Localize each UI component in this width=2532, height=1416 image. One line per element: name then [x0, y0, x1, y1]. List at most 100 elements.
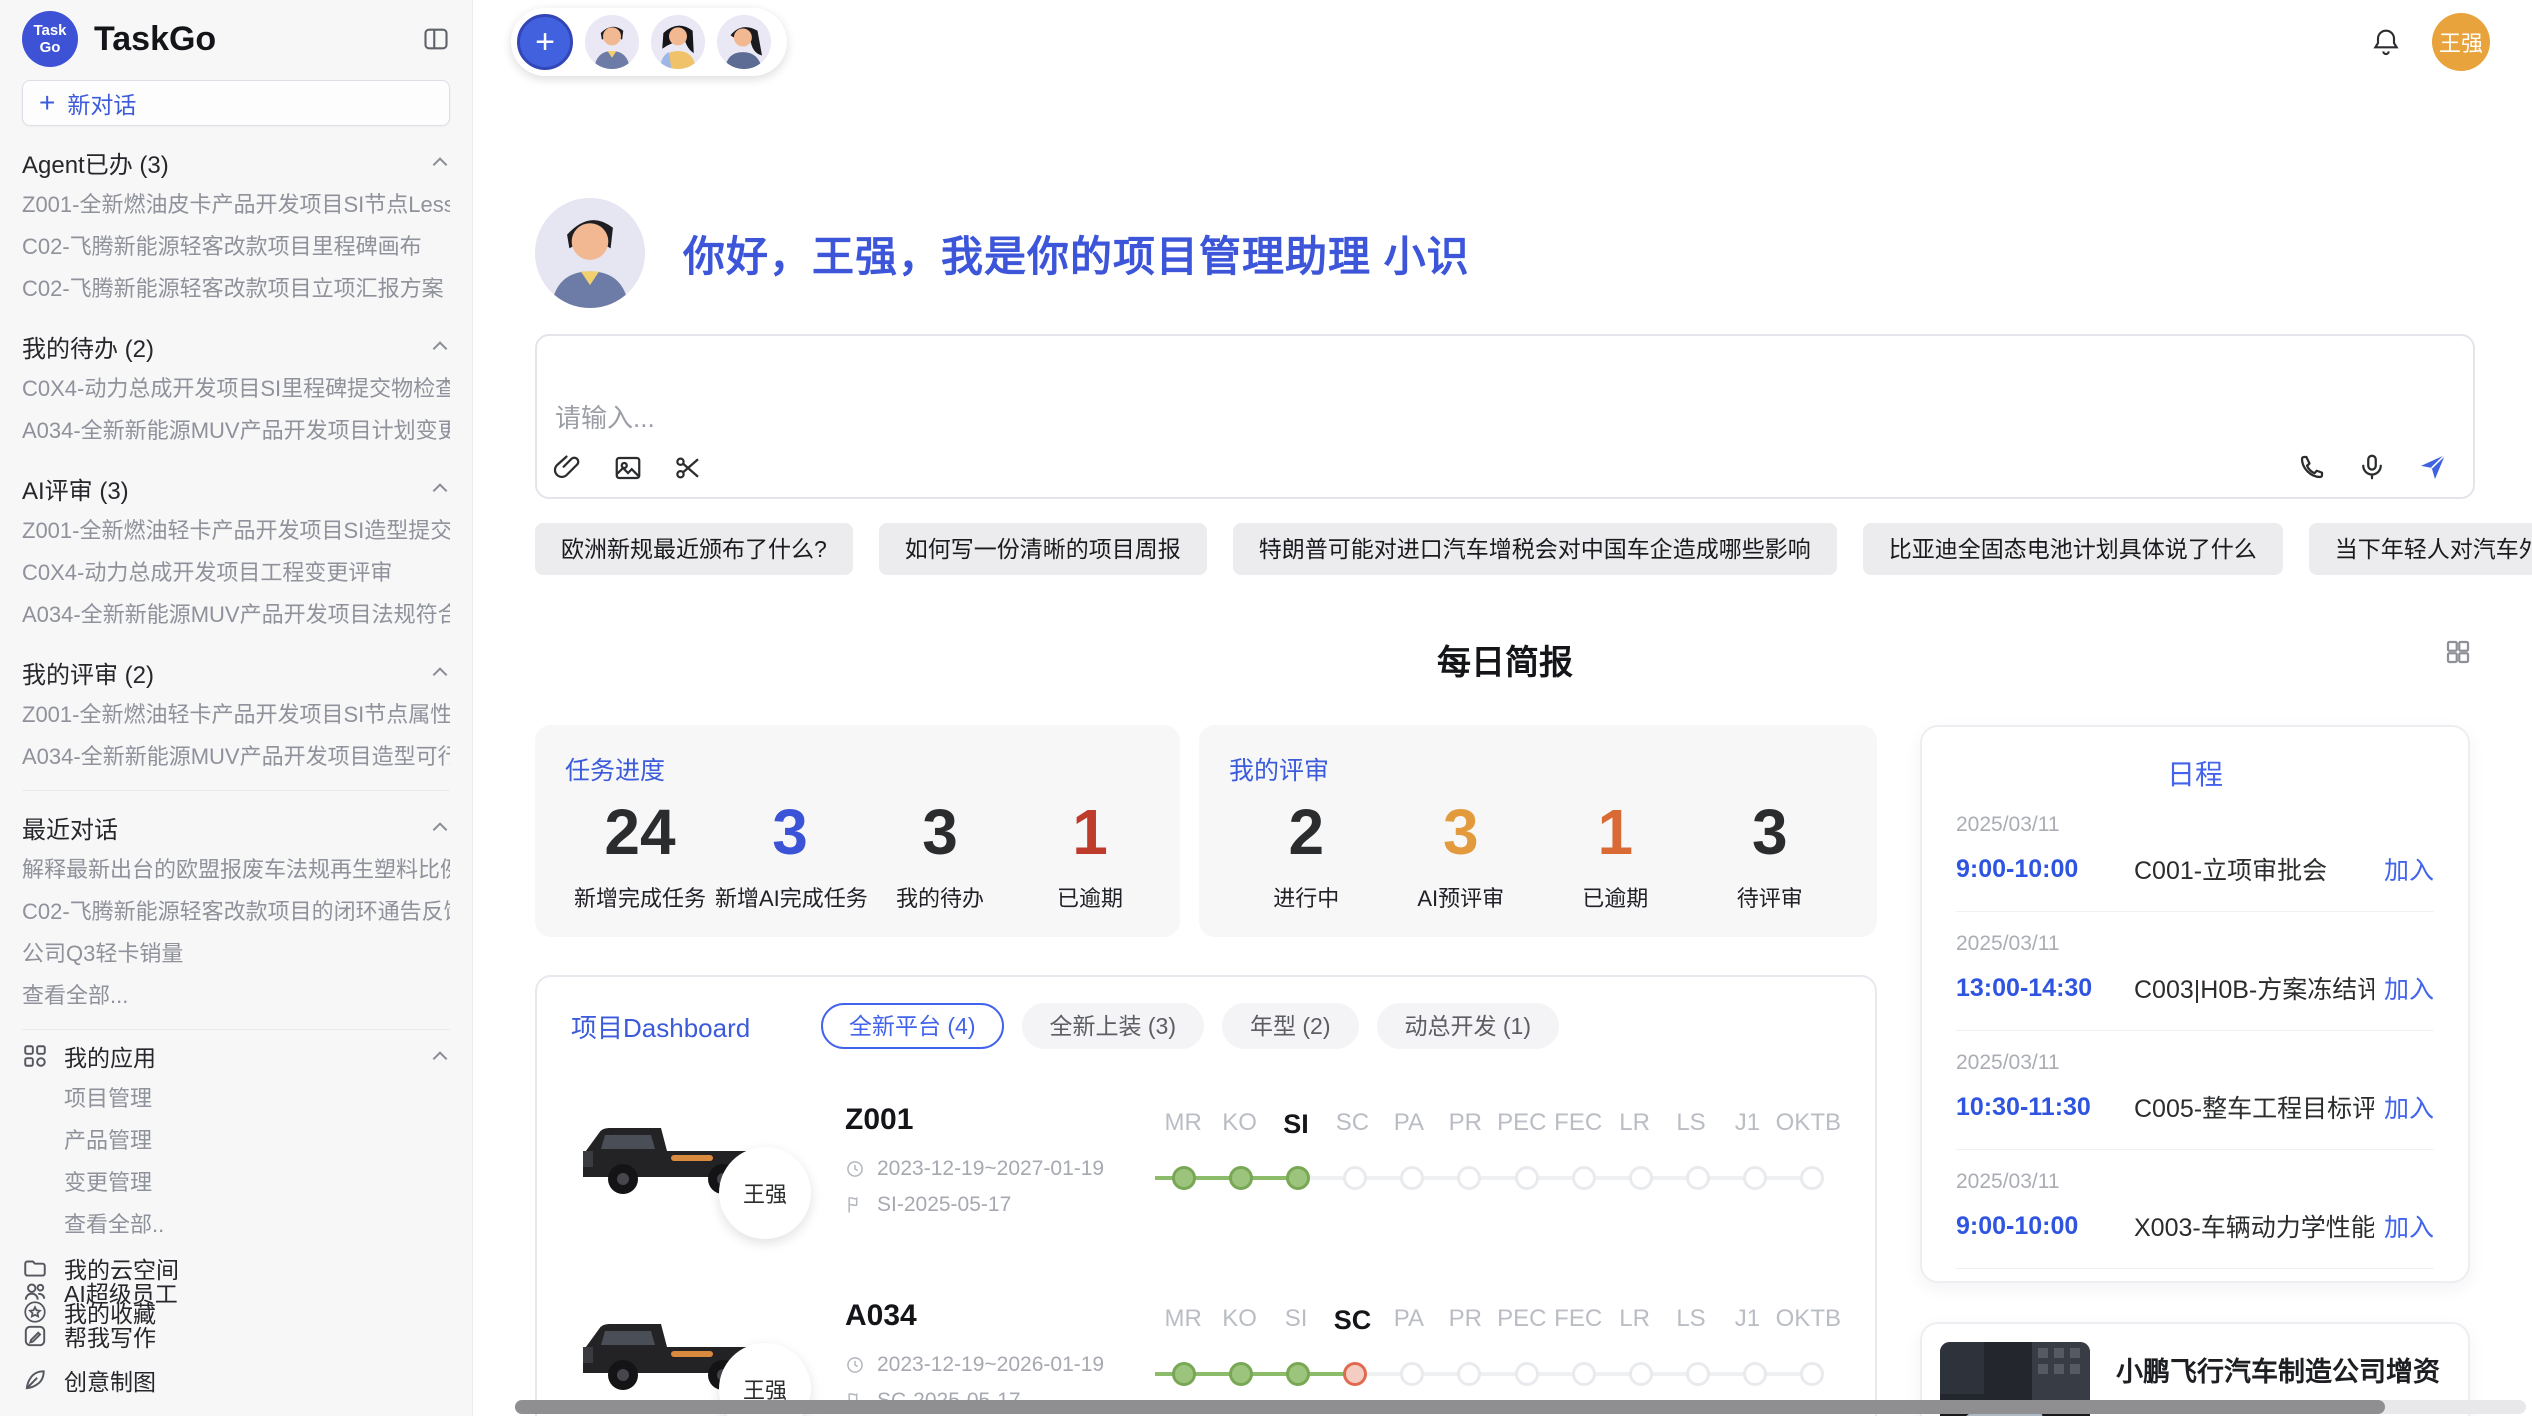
new-chat-button[interactable]: + 新对话	[22, 80, 450, 126]
suggestion-chip[interactable]: 如何写一份清晰的项目周报	[879, 523, 1207, 575]
suggestion-chip[interactable]: 比亚迪全固态电池计划具体说了什么	[1863, 523, 2283, 575]
join-link[interactable]: 加入	[2384, 970, 2434, 1006]
section-ai-review[interactable]: AI评审 (3)	[22, 466, 450, 510]
conversation-item[interactable]: C02-飞腾新能源轻客改款项目里程碑画布	[22, 226, 450, 268]
composer	[535, 334, 2475, 499]
scissors-icon[interactable]	[673, 453, 703, 483]
app-item-project-mgmt[interactable]: 项目管理	[22, 1078, 450, 1120]
assistant-avatar	[535, 198, 645, 308]
stat-cards: 任务进度 24 新增完成任务 3 新增AI完成任务 3	[535, 725, 1877, 937]
milestone-node-mr	[1155, 1360, 1212, 1388]
tab-powertrain[interactable]: 动总开发 (1)	[1377, 1003, 1560, 1049]
project-name: A034	[845, 1299, 1155, 1333]
divider	[22, 1029, 450, 1030]
stat-value: 24	[565, 795, 715, 869]
conversation-item[interactable]: Z001-全新燃油轻卡产品开发项目SI节点属性5D文件评审	[22, 694, 450, 736]
scrollbar-thumb[interactable]	[515, 1400, 2385, 1414]
section-title: 最近对话	[22, 810, 118, 845]
project-row-a034[interactable]: 王强 A034 2023-12-19~2026-01-19 SC-2025-05…	[571, 1291, 1841, 1416]
image-icon[interactable]	[613, 453, 643, 483]
milestone-label-ko: KO	[1211, 1305, 1267, 1336]
message-input[interactable]	[537, 336, 2473, 497]
stat-value: 1	[1015, 795, 1165, 869]
milestone-node-oktb	[1784, 1164, 1841, 1192]
logo-row: Task Go TaskGo	[22, 0, 450, 68]
conversation-item[interactable]: Z001-全新燃油皮卡产品开发项目SI节点Lesson Learn报告	[22, 184, 450, 226]
member-avatar[interactable]	[585, 15, 639, 69]
conversation-item[interactable]: Z001-全新燃油轻卡产品开发项目SI造型提交物评审	[22, 510, 450, 552]
schedule-event-title: C003|H0B-方案冻结评审	[2134, 970, 2374, 1006]
sidebar-item-ai-super-staff[interactable]: AI超级员工	[22, 1270, 450, 1314]
milestone-label-lr: LR	[1606, 1109, 1662, 1140]
member-avatar[interactable]	[651, 15, 705, 69]
stat-pending-review: 3 待评审	[1695, 795, 1845, 913]
project-flag: SI-2025-05-17	[845, 1193, 1155, 1217]
app-item-change-mgmt[interactable]: 变更管理	[22, 1162, 450, 1204]
suggestion-chips: 欧洲新规最近颁布了什么? 如何写一份清晰的项目周报 特朗普可能对进口汽车增税会对…	[535, 523, 2475, 575]
schedule-event-title: C001-立项审批会	[2134, 851, 2374, 887]
milestone-node-si	[1269, 1164, 1326, 1192]
conversation-item[interactable]: A034-全新新能源MUV产品开发项目法规符合性评审	[22, 594, 450, 636]
ai-super-staff-label: AI超级员工	[64, 1275, 178, 1309]
user-avatar[interactable]: 王强	[2432, 13, 2490, 71]
chevron-up-icon	[430, 1049, 450, 1063]
conversation-item[interactable]: A034-全新新能源MUV产品开发项目计划变更表编写	[22, 410, 450, 452]
sidebar-bottom-tools: AI超级员工 帮我写作 创意制图	[22, 1270, 450, 1402]
briefing-title: 每日简报	[535, 635, 2475, 684]
schedule-item: 2025/03/11 9:00-10:00 C001-立项审批会 加入	[1956, 793, 2434, 912]
recent-chat-item[interactable]: C02-飞腾新能源轻客改款项目的闭环通告反馈情况	[22, 891, 450, 933]
join-link[interactable]: 加入	[2384, 1089, 2434, 1125]
sidebar-item-help-write[interactable]: 帮我写作	[22, 1314, 450, 1358]
sidebar: Task Go TaskGo + 新对话 Agent已办 (3) Z001-全新…	[0, 0, 473, 1416]
milestone-label-ls: LS	[1663, 1109, 1719, 1140]
stat-review-overdue: 1 已逾期	[1540, 795, 1690, 913]
section-my-review[interactable]: 我的评审 (2)	[22, 650, 450, 694]
recent-view-all[interactable]: 查看全部...	[22, 975, 450, 1017]
tab-new-body[interactable]: 全新上装 (3)	[1022, 1003, 1205, 1049]
layout-grid-icon[interactable]	[2443, 637, 2473, 667]
clock-icon	[845, 1355, 865, 1375]
sidebar-item-my-apps[interactable]: 我的应用	[22, 1034, 450, 1078]
project-row-z001[interactable]: 王强 Z001 2023-12-19~2027-01-19 SI-2025-05…	[571, 1095, 1841, 1245]
schedule-time: 9:00-10:00	[1956, 1212, 2134, 1241]
section-agent-done[interactable]: Agent已办 (3)	[22, 140, 450, 184]
join-link[interactable]: 加入	[2384, 1208, 2434, 1244]
milestone-label-fec: FEC	[1550, 1109, 1606, 1140]
schedule-date: 2025/03/11	[1956, 1170, 2434, 1194]
section-title: Agent已办 (3)	[22, 145, 169, 180]
milestone-node-sc	[1327, 1360, 1384, 1388]
milestone-label-sc: SC	[1324, 1109, 1380, 1140]
logo-text-line2: Go	[40, 39, 61, 56]
sidebar-item-creative-draw[interactable]: 创意制图	[22, 1358, 450, 1402]
conversation-item[interactable]: C0X4-动力总成开发项目工程变更评审	[22, 552, 450, 594]
conversation-item[interactable]: C02-飞腾新能源轻客改款项目立项汇报方案	[22, 268, 450, 310]
app-item-product-mgmt[interactable]: 产品管理	[22, 1120, 450, 1162]
collapse-sidebar-icon[interactable]	[422, 25, 450, 53]
apps-view-all[interactable]: 查看全部..	[22, 1204, 450, 1246]
tab-year-model[interactable]: 年型 (2)	[1222, 1003, 1359, 1049]
write-doc-icon	[22, 1323, 48, 1349]
schedule-time: 13:00-14:30	[1956, 974, 2134, 1003]
suggestion-chip[interactable]: 欧洲新规最近颁布了什么?	[535, 523, 853, 575]
tab-new-platform[interactable]: 全新平台 (4)	[821, 1003, 1004, 1049]
divider	[22, 790, 450, 791]
paperclip-icon[interactable]	[553, 453, 583, 483]
notification-bell-icon[interactable]	[2370, 26, 2402, 58]
join-link[interactable]: 加入	[2384, 851, 2434, 887]
member-avatar[interactable]	[717, 15, 771, 69]
phone-icon[interactable]	[2297, 452, 2327, 482]
conversation-item[interactable]: C0X4-动力总成开发项目SI里程碑提交物检查	[22, 368, 450, 410]
suggestion-chip[interactable]: 当下年轻人对汽车外观有怎样的喜好趋势	[2309, 523, 2532, 575]
recent-chat-item[interactable]: 公司Q3轻卡销量	[22, 933, 450, 975]
section-my-todo[interactable]: 我的待办 (2)	[22, 324, 450, 368]
add-member-button[interactable]: +	[517, 14, 573, 70]
suggestion-chip[interactable]: 特朗普可能对进口汽车增税会对中国车企造成哪些影响	[1233, 523, 1837, 575]
send-icon[interactable]	[2417, 451, 2449, 483]
microphone-icon[interactable]	[2357, 452, 2387, 482]
milestone-label-mr: MR	[1155, 1109, 1211, 1140]
section-recent-chats[interactable]: 最近对话	[22, 805, 450, 849]
chevron-up-icon	[430, 155, 450, 169]
recent-chat-item[interactable]: 解释最新出台的欧盟报废车法规再生塑料比例被调至15%...	[22, 849, 450, 891]
conversation-item[interactable]: A034-全新新能源MUV产品开发项目造型可行性评审	[22, 736, 450, 778]
creative-draw-label: 创意制图	[64, 1363, 156, 1397]
